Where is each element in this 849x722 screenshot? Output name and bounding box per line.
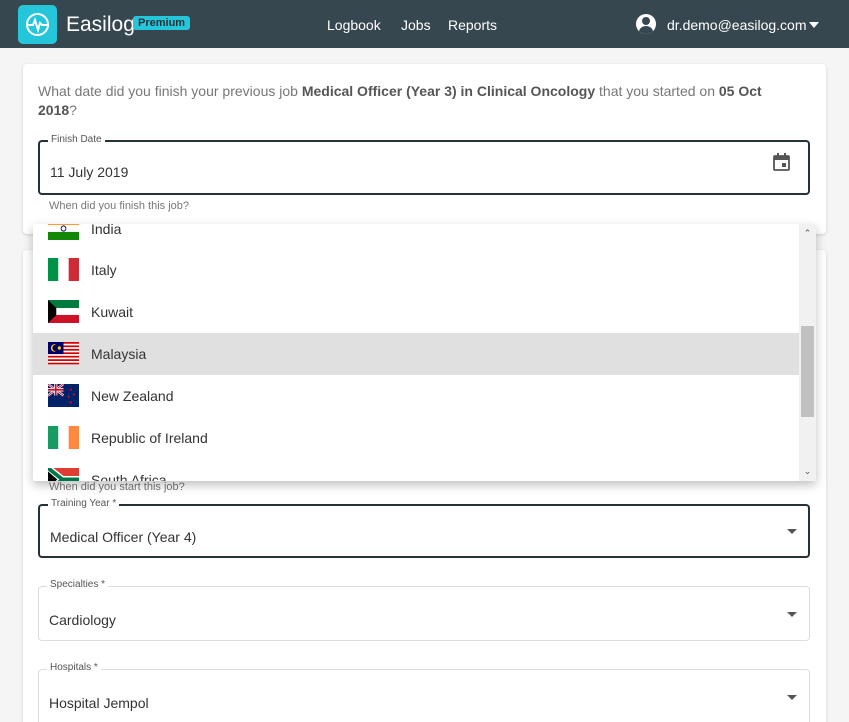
finish-date-helper: When did you finish this job? — [49, 200, 190, 212]
dropdown-scrollbar[interactable]: ⌃ ⌄ — [799, 224, 816, 481]
finish-date-field[interactable]: Finish Date 11 July 2019 — [38, 134, 810, 195]
specialties-caret-icon[interactable] — [787, 612, 797, 617]
training-year-caret-icon[interactable] — [787, 529, 797, 534]
premium-badge: Premium — [133, 16, 191, 30]
country-name: India — [91, 224, 122, 237]
country-option-italy[interactable]: Italy — [33, 249, 799, 291]
country-name: South Africa — [91, 472, 167, 481]
malaysia-flag-icon — [48, 342, 79, 365]
finish-date-label: Finish Date — [48, 134, 105, 145]
training-year-label: Training Year * — [48, 498, 120, 509]
hospitals-value[interactable]: Hospital Jempol — [49, 695, 149, 711]
easilog-logo-icon[interactable] — [18, 5, 57, 44]
specialties-select[interactable]: Specialties * Cardiology — [38, 579, 810, 641]
scroll-up-arrow-icon[interactable]: ⌃ — [803, 229, 812, 238]
training-year-value[interactable]: Medical Officer (Year 4) — [50, 529, 196, 545]
hospitals-label: Hospitals * — [47, 662, 101, 673]
scrollbar-thumb[interactable] — [801, 326, 814, 417]
top-navigation-bar: Easilog Premium Logbook Jobs Reports dr.… — [0, 0, 849, 48]
country-name: Italy — [91, 262, 117, 278]
finish-date-question: What date did you finish your previous j… — [38, 83, 762, 118]
hospitals-caret-icon[interactable] — [787, 695, 797, 700]
country-option-ireland[interactable]: Republic of Ireland — [33, 417, 799, 459]
nav-jobs[interactable]: Jobs — [401, 17, 431, 33]
kuwait-flag-icon — [48, 300, 79, 323]
user-menu-caret-icon[interactable] — [809, 22, 819, 28]
training-year-select[interactable]: Training Year * Medical Officer (Year 4) — [38, 498, 810, 558]
country-option-malaysia[interactable]: Malaysia — [33, 333, 799, 375]
nav-logbook[interactable]: Logbook — [327, 17, 381, 33]
south-africa-flag-icon — [48, 468, 79, 481]
specialties-value[interactable]: Cardiology — [49, 612, 116, 628]
hospitals-select[interactable]: Hospitals * Hospital Jempol — [38, 662, 810, 722]
country-option-new-zealand[interactable]: New Zealand — [33, 375, 799, 417]
nav-reports[interactable]: Reports — [448, 17, 497, 33]
country-name: New Zealand — [91, 388, 174, 404]
user-email[interactable]: dr.demo@easilog.com — [667, 17, 807, 33]
calendar-icon[interactable] — [773, 153, 790, 171]
country-name: Republic of Ireland — [91, 430, 208, 446]
start-date-helper: When did you start this job? — [49, 481, 185, 493]
ireland-flag-icon — [48, 426, 79, 449]
italy-flag-icon — [48, 258, 79, 281]
new-zealand-flag-icon — [48, 384, 79, 407]
country-name: Kuwait — [91, 304, 134, 320]
account-circle-icon[interactable] — [636, 14, 656, 34]
country-name: Malaysia — [91, 346, 147, 362]
india-flag-icon — [48, 224, 79, 240]
country-option-south-africa[interactable]: South Africa — [33, 459, 799, 481]
finish-date-value[interactable]: 11 July 2019 — [50, 164, 128, 180]
specialties-label: Specialties * — [47, 579, 109, 590]
brand-name[interactable]: Easilog — [66, 13, 135, 37]
country-option-kuwait[interactable]: Kuwait — [33, 291, 799, 333]
scroll-down-arrow-icon[interactable]: ⌄ — [803, 467, 812, 476]
country-dropdown-list[interactable]: India Italy Kuwait Malaysia New Zealand … — [33, 224, 816, 481]
country-option-india[interactable]: India — [33, 224, 799, 250]
